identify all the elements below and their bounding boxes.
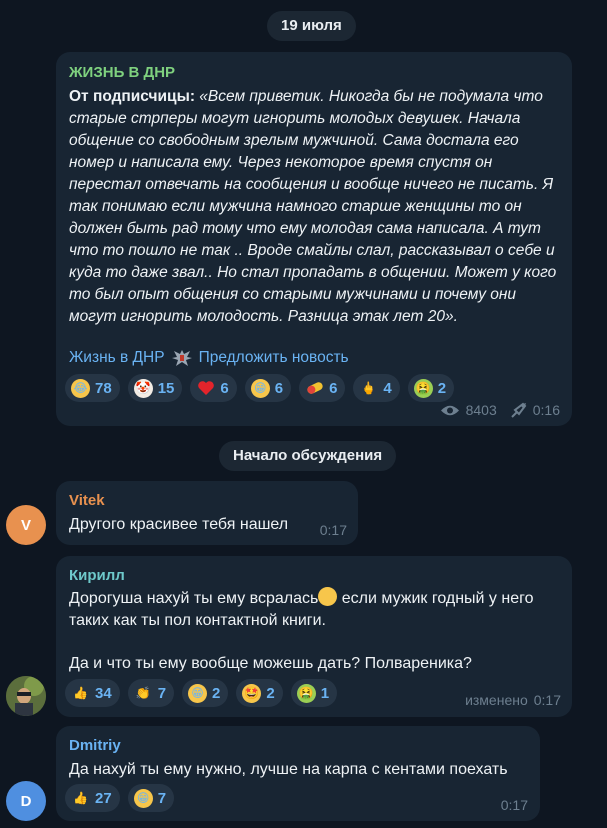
comment-text: Дорогуша нахуй ты ему всралась если мужи…	[69, 587, 549, 632]
post-prefix: От подписчицы:	[69, 88, 195, 105]
comment-author[interactable]: Vitek	[69, 492, 105, 509]
comment-bubble[interactable]: Vitek Другого красивее тебя нашел 0:17	[56, 481, 358, 545]
comment-text: Да нахуй ты ему нужно, лучше на карпа с …	[69, 761, 508, 778]
reaction-count: 4	[383, 379, 392, 397]
reaction-star-struck[interactable]: 🤩 2	[236, 679, 283, 707]
post-body: «Всем приветик. Никогда бы не подумала ч…	[69, 88, 557, 325]
reaction-clap[interactable]: 👏 7	[127, 679, 175, 707]
reaction-count: 7	[157, 789, 167, 807]
reaction-count: 7	[157, 684, 167, 702]
reaction-count: 34	[95, 684, 112, 702]
reaction-rofl[interactable]: 😂 78	[65, 374, 120, 402]
comment-text-part: Дорогуша нахуй ты ему всралась	[69, 590, 319, 607]
discussion-label: Начало обсуждения	[233, 447, 383, 464]
reaction-pill[interactable]: 6	[299, 374, 346, 402]
avatar-letter: D	[20, 792, 32, 810]
avatar-photo-icon	[6, 676, 46, 716]
grin-emoji-icon: 😁	[250, 378, 270, 398]
eye-icon	[440, 404, 460, 417]
reaction-grin[interactable]: 😁 2	[182, 679, 229, 707]
comment-text-line: Да и что ты ему вообще можешь дать? Полв…	[69, 655, 472, 672]
post-meta: 8403 0:16	[440, 402, 560, 418]
thumbs-up-emoji-icon: 👍	[73, 686, 88, 700]
reaction-count: 6	[220, 379, 229, 397]
comment-bubble[interactable]: Кирилл Дорогуша нахуй ты ему всралась ес…	[56, 556, 572, 717]
reaction-middle-finger[interactable]: 🖕 4	[353, 374, 400, 402]
date-separator: 19 июля	[267, 11, 356, 41]
comment-bubble[interactable]: Dmitriy Да нахуй ты ему нужно, лучше на …	[56, 726, 540, 821]
comment-time: 0:17	[500, 797, 528, 813]
reaction-count: 2	[266, 684, 275, 702]
post-links: Жизнь в ДНР Предложить новость	[69, 348, 349, 368]
comment-author[interactable]: Кирилл	[69, 567, 125, 584]
avatar[interactable]: V	[6, 505, 46, 545]
comment-meta: 0:17	[501, 797, 528, 813]
comment-time: 0:17	[533, 692, 561, 708]
comment-meta: изменено 0:17	[465, 692, 561, 708]
share-icon[interactable]	[511, 402, 527, 418]
channel-post[interactable]: ЖИЗНЬ В ДНР От подписчицы: «Всем привети…	[56, 52, 572, 426]
edited-label: изменено	[465, 692, 528, 708]
reaction-count: 2	[437, 379, 447, 397]
date-label: 19 июля	[281, 17, 342, 34]
reaction-count: 1	[320, 684, 330, 702]
dnr-emblem-icon	[171, 348, 193, 368]
grin-sweat-emoji-icon	[318, 587, 338, 606]
view-count: 8403	[465, 402, 497, 418]
thumbs-up-emoji-icon: 👍	[73, 791, 88, 805]
grin-emoji-icon: 😁	[133, 788, 153, 808]
clown-emoji-icon: 🤡	[133, 378, 153, 398]
star-struck-emoji-icon: 🤩	[242, 683, 262, 703]
heart-emoji-icon	[196, 379, 215, 398]
comment-reactions: 👍 34 👏 7 😁 2 🤩 2 🤮 1	[65, 679, 338, 707]
reaction-vomit[interactable]: 🤮 2	[407, 374, 455, 402]
pill-emoji-icon	[305, 379, 324, 398]
reaction-grin[interactable]: 😁 7	[127, 784, 175, 812]
suggest-news-link[interactable]: Предложить новость	[199, 349, 349, 367]
rofl-emoji-icon: 😂	[71, 378, 90, 398]
avatar[interactable]: D	[6, 781, 46, 821]
comment-reactions: 👍 27 😁 7	[65, 784, 175, 812]
reaction-thumbs-up[interactable]: 👍 27	[65, 784, 120, 812]
reaction-count: 2	[212, 684, 221, 702]
discussion-separator: Начало обсуждения	[219, 441, 397, 471]
reaction-heart[interactable]: 6	[190, 374, 237, 402]
vomit-emoji-icon: 🤮	[413, 378, 433, 398]
channel-name[interactable]: ЖИЗНЬ В ДНР	[69, 64, 175, 81]
comment-text: Другого красивее тебя нашел	[69, 516, 289, 533]
reaction-count: 6	[329, 379, 338, 397]
post-reactions: 😂 78 🤡 15 6 😁 6 6 🖕 4 🤮 2	[65, 374, 455, 402]
grin-emoji-icon: 😁	[188, 683, 208, 703]
comment-author[interactable]: Dmitriy	[69, 737, 121, 754]
avatar[interactable]	[6, 676, 46, 716]
channel-link[interactable]: Жизнь в ДНР	[69, 349, 165, 367]
clap-emoji-icon: 👏	[135, 686, 151, 700]
reaction-clown[interactable]: 🤡 15	[127, 374, 183, 402]
reaction-count: 27	[95, 789, 112, 807]
post-text: От подписчицы: «Всем приветик. Никогда б…	[69, 86, 564, 328]
post-time: 0:16	[532, 402, 560, 418]
middle-finger-emoji-icon: 🖕	[361, 381, 377, 395]
comment-time: 0:17	[319, 522, 347, 538]
reaction-vomit[interactable]: 🤮 1	[290, 679, 338, 707]
reaction-grin[interactable]: 😁 6	[244, 374, 292, 402]
vomit-emoji-icon: 🤮	[296, 683, 316, 703]
comment-meta: 0:17	[320, 522, 347, 538]
reaction-count: 15	[157, 379, 175, 397]
reaction-count: 78	[95, 379, 112, 397]
reaction-count: 6	[274, 379, 284, 397]
reaction-thumbs-up[interactable]: 👍 34	[65, 679, 120, 707]
avatar-letter: V	[20, 516, 31, 534]
